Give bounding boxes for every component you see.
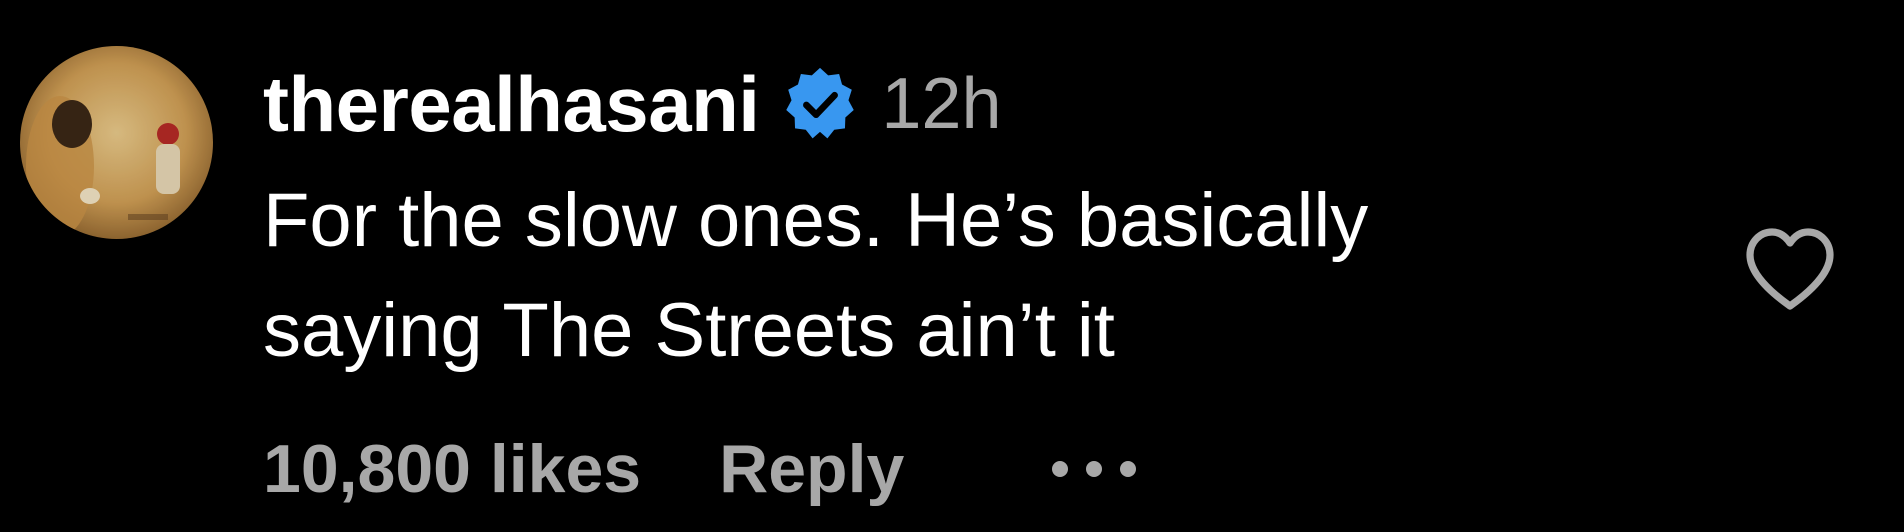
comment-header: therealhasani 12h [263, 58, 1002, 150]
reply-button[interactable]: Reply [719, 430, 904, 508]
comment-item: therealhasani 12h For the slow ones. He’… [0, 0, 1904, 532]
timestamp: 12h [881, 64, 1002, 144]
username-link[interactable]: therealhasani [263, 59, 760, 150]
comment-actions: 10,800 likes Reply [263, 424, 1140, 514]
more-options-icon[interactable] [1048, 454, 1140, 484]
avatar-image [20, 46, 213, 239]
heart-outline-icon[interactable] [1742, 224, 1838, 312]
likes-count[interactable]: 10,800 likes [263, 430, 641, 508]
comment-text-line-1: For the slow ones. He’s basically [263, 178, 1369, 263]
avatar[interactable] [20, 46, 213, 239]
comment-text-line-2: saying The Streets ain’t it [263, 288, 1115, 373]
verified-badge-icon [781, 65, 859, 143]
comment-text: For the slow ones. He’s basically saying… [263, 166, 1563, 386]
